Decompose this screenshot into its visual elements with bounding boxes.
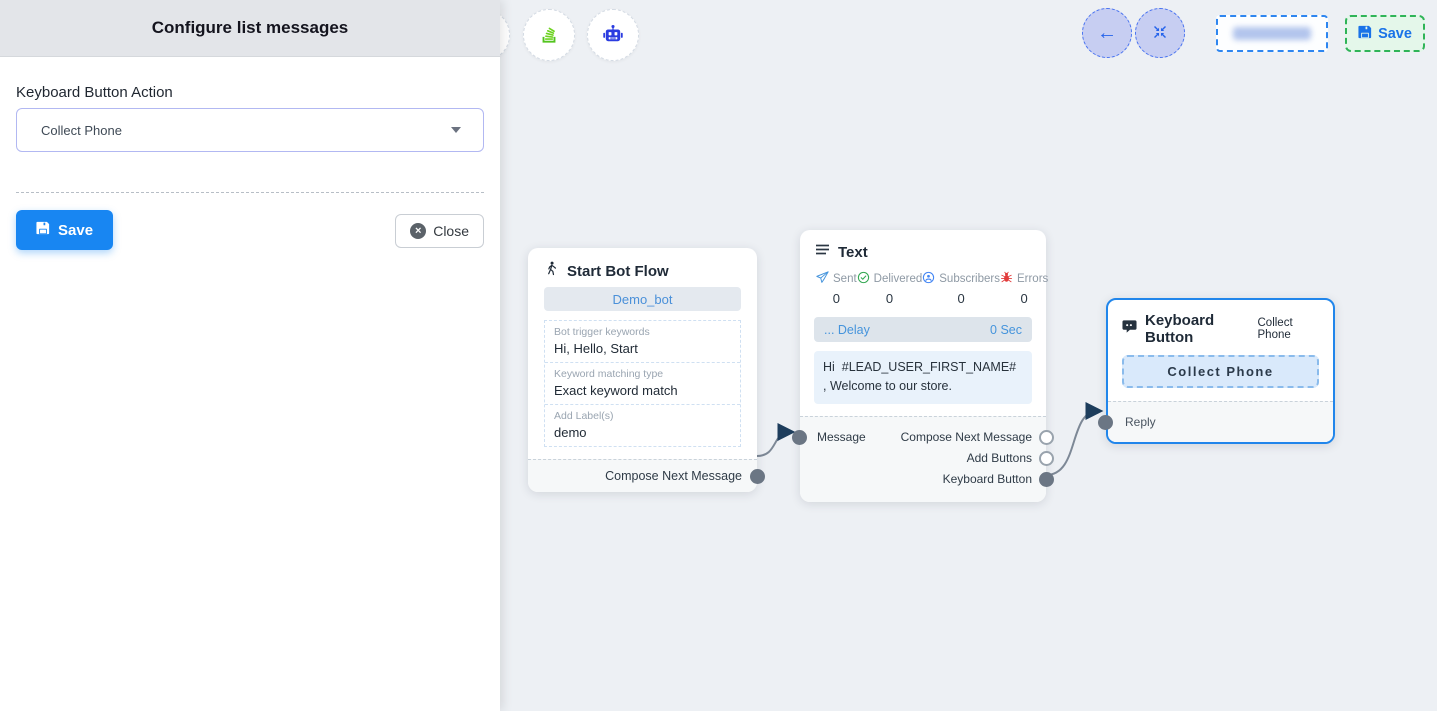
chevron-down-icon — [451, 127, 461, 133]
check-circle-icon — [857, 271, 870, 287]
node-text[interactable]: Text Sent 0 — [800, 230, 1046, 502]
output-port-compose-next-message[interactable] — [750, 469, 765, 484]
keyboard-node-action-badge: Collect Phone — [1258, 317, 1320, 341]
save-button[interactable]: Save — [16, 210, 113, 250]
delay-value: 0 Sec — [990, 323, 1022, 337]
node-start-bot-flow[interactable]: Start Bot Flow Demo_bot Bot trigger keyw… — [528, 248, 757, 492]
redacted-label — [1233, 27, 1311, 40]
stack-tool-button[interactable] — [523, 9, 575, 61]
speech-bubble-icon — [1122, 319, 1137, 339]
redacted-button[interactable] — [1216, 15, 1328, 52]
stat-delivered: Delivered 0 — [857, 271, 923, 306]
delay-bar[interactable]: ... Delay 0 Sec — [814, 317, 1032, 342]
keyboard-node-title: Keyboard Button — [1145, 312, 1250, 346]
message-text[interactable]: Hi #LEAD_USER_FIRST_NAME# , Welcome to o… — [814, 351, 1032, 404]
start-node-header: Start Bot Flow — [528, 248, 757, 281]
output-row-compose-next-message: Compose Next Message — [800, 427, 1046, 448]
bot-tool-button[interactable] — [587, 9, 639, 61]
flow-save-label: Save — [1378, 26, 1412, 42]
robot-icon — [601, 22, 625, 49]
arrow-left-icon: ← — [1097, 23, 1117, 43]
save-icon — [1358, 25, 1372, 43]
field-trigger-keywords: Bot trigger keywords Hi, Hello, Start — [545, 321, 740, 362]
fit-view-button[interactable] — [1135, 8, 1185, 58]
bot-name-pill[interactable]: Demo_bot — [544, 287, 741, 311]
reply-label: Reply — [1125, 415, 1156, 429]
field-add-labels: Add Label(s) demo — [545, 404, 740, 446]
keyboard-action-label: Keyboard Button Action — [16, 84, 484, 101]
close-icon: × — [410, 223, 426, 239]
start-node-fields: Bot trigger keywords Hi, Hello, Start Ke… — [544, 320, 741, 447]
node-keyboard-button[interactable]: Keyboard Button Collect Phone Collect Ph… — [1106, 298, 1335, 444]
person-circle-icon — [922, 271, 935, 287]
text-node-stats: Sent 0 Delivered 0 — [800, 271, 1046, 306]
start-node-footer: Compose Next Message — [528, 459, 757, 492]
text-node-footer: Message Compose Next Message Add Buttons… — [800, 416, 1046, 502]
stat-subscribers: Subscribers 0 — [922, 271, 1000, 306]
app-root: ← — [0, 0, 1437, 711]
delay-label: ... Delay — [824, 323, 870, 337]
output-row-keyboard-button: Keyboard Button — [800, 469, 1046, 490]
output-port-compose-next-message-2[interactable] — [1039, 430, 1054, 445]
config-panel-header: Configure list messages — [0, 0, 500, 57]
wire-text-to-keyboard — [1046, 411, 1098, 475]
input-port-reply[interactable] — [1098, 415, 1113, 430]
collect-phone-button[interactable]: Collect Phone — [1122, 355, 1319, 388]
panel-actions: Save × Close — [16, 210, 484, 250]
output-port-add-buttons[interactable] — [1039, 451, 1054, 466]
field-matching-type: Keyword matching type Exact keyword matc… — [545, 362, 740, 404]
flow-save-button[interactable]: Save — [1345, 15, 1425, 52]
keyboard-node-footer: Reply — [1108, 401, 1333, 442]
output-port-keyboard-button[interactable] — [1039, 472, 1054, 487]
wire-start-to-text — [757, 432, 790, 456]
output-row-add-buttons: Add Buttons — [800, 448, 1046, 469]
keyboard-node-header: Keyboard Button Collect Phone — [1108, 300, 1333, 346]
text-node-title: Text — [838, 244, 868, 261]
config-panel-body: Keyboard Button Action Collect Phone — [0, 84, 500, 250]
keyboard-action-value: Collect Phone — [41, 123, 122, 138]
back-button[interactable]: ← — [1082, 8, 1132, 58]
save-button-label: Save — [58, 222, 93, 239]
compress-icon — [1152, 24, 1168, 43]
stack-icon — [538, 23, 560, 48]
send-icon — [816, 271, 829, 287]
close-button[interactable]: × Close — [395, 214, 484, 248]
panel-title: Configure list messages — [152, 18, 349, 38]
stat-sent: Sent 0 — [816, 271, 857, 306]
keyboard-action-select[interactable]: Collect Phone — [16, 108, 484, 152]
close-button-label: Close — [433, 223, 469, 239]
start-node-title: Start Bot Flow — [567, 263, 669, 280]
stat-errors: Errors 0 — [1000, 271, 1048, 306]
walking-person-icon — [544, 261, 559, 281]
text-node-header: Text — [800, 230, 1046, 261]
bars-icon — [816, 243, 830, 261]
output-label-compose-next-message: Compose Next Message — [605, 469, 742, 483]
save-icon-sidebar — [36, 221, 50, 239]
bug-icon — [1000, 271, 1013, 287]
config-panel: Configure list messages Keyboard Button … — [0, 0, 500, 711]
panel-divider — [16, 192, 484, 193]
